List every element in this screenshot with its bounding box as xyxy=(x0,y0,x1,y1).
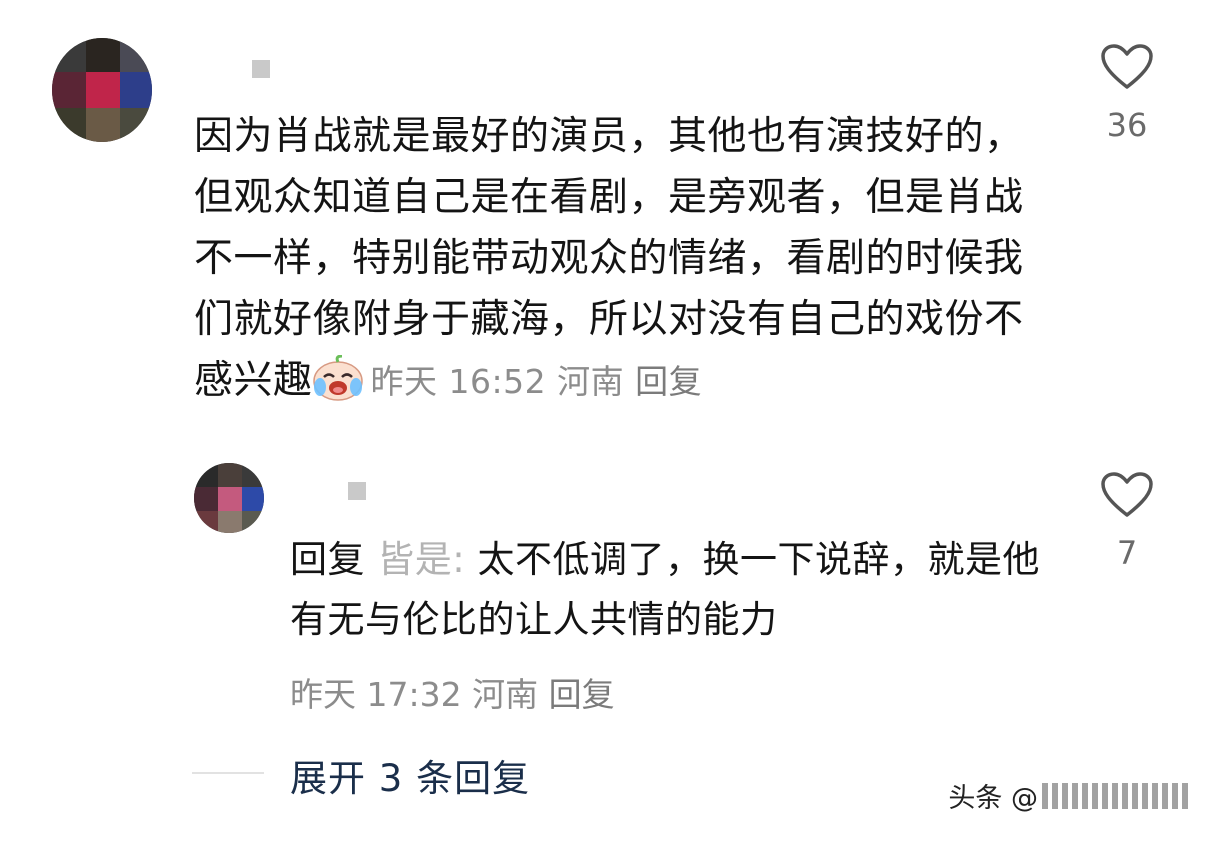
reply-body: 回复 皆是: 太不低调了，换一下说辞，就是他有无与伦比的让人共情的能力 xyxy=(290,530,1050,650)
reply-reply-button[interactable]: 回复 xyxy=(549,675,615,714)
comment-reply-button[interactable]: 回复 xyxy=(635,362,702,401)
watermark-text: 头条 @ xyxy=(948,783,1038,814)
crying-laugh-emoji-icon xyxy=(312,355,363,401)
reply-time: 昨天 17:32 xyxy=(290,675,462,714)
watermark: 头条 @ xyxy=(948,776,1192,815)
heart-icon[interactable] xyxy=(1101,44,1153,90)
comment-like[interactable]: 36 xyxy=(1099,44,1155,144)
reply-like[interactable]: 7 xyxy=(1099,472,1155,572)
reply-prefix: 回复 xyxy=(290,538,365,581)
heart-icon[interactable] xyxy=(1101,472,1153,518)
watermark-blur xyxy=(1042,782,1192,809)
commenter-avatar[interactable] xyxy=(52,38,152,142)
comment-body: 因为肖战就是最好的演员，其他也有演技好的，但观众知道自己是在看剧，是旁观者，但是… xyxy=(194,106,1054,412)
comment-like-count: 36 xyxy=(1106,106,1148,144)
commenter-name-blur xyxy=(252,60,270,78)
reply-target-user[interactable]: 皆是: xyxy=(377,538,465,581)
comment-time: 昨天 16:52 xyxy=(370,362,547,401)
expand-replies-button[interactable]: 展开 3 条回复 xyxy=(290,748,530,802)
reply-location: 河南 xyxy=(472,675,539,714)
comment-location: 河南 xyxy=(557,362,625,401)
replier-avatar[interactable] xyxy=(194,463,264,533)
reply-meta: 昨天 17:32 河南 回复 xyxy=(290,668,615,716)
expand-divider xyxy=(192,772,264,774)
reply-like-count: 7 xyxy=(1116,534,1138,572)
replier-name-blur xyxy=(348,482,366,500)
